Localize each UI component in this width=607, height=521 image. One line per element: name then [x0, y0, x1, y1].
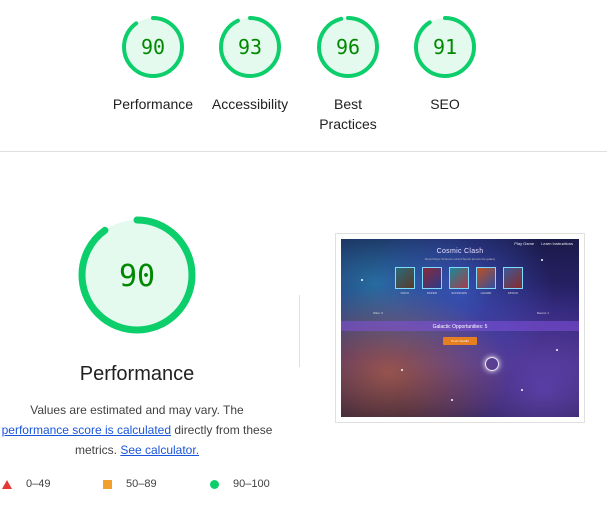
- legend-pass-range: 90–100: [233, 478, 270, 490]
- screenshot-wins: Wins: 0: [373, 311, 384, 315]
- card-scissors-label: SCISSORS: [451, 291, 467, 295]
- card-scissors: [449, 267, 469, 289]
- gauge-performance-ring: 90: [122, 16, 184, 78]
- circle-icon: [210, 479, 219, 489]
- gauge-accessibility-label: Accessibility: [211, 96, 289, 112]
- gauge-accessibility[interactable]: 93 Accessibility: [200, 14, 300, 114]
- legend-fail-range: 0–49: [26, 478, 51, 490]
- legend-pass: 90–100: [210, 478, 270, 490]
- screenshot-nav-play: Play Game: [514, 241, 535, 246]
- gauge-best-practices[interactable]: 96 Best Practices: [298, 14, 398, 134]
- card-rock-label: ROCK: [400, 291, 410, 295]
- gauge-seo-label: SEO: [430, 96, 460, 112]
- gauge-best-practices-score: 96: [336, 35, 360, 59]
- section-divider: [0, 151, 607, 152]
- gauge-seo-ring: 91: [414, 16, 476, 78]
- screenshot-play-button-label: PLAY AGAIN: [451, 339, 469, 343]
- final-screenshot[interactable]: Play Game Learn Instructions Cosmic Clas…: [335, 233, 585, 423]
- screenshot-round: Round: 1: [536, 311, 549, 315]
- gauge-accessibility-score: 93: [238, 35, 262, 59]
- gauge-best-practices-ring: 96: [317, 16, 379, 78]
- performance-big-gauge: 90: [78, 216, 196, 334]
- square-icon: [103, 479, 112, 489]
- card-spock: [503, 267, 523, 289]
- gauge-accessibility-ring: 93: [219, 16, 281, 78]
- screenshot-subtitle: Rock Paper Scissors Lizard Spock across …: [424, 257, 496, 261]
- card-lizard: [476, 267, 496, 289]
- legend-average-range: 50–89: [126, 478, 157, 490]
- screenshot-planet: [485, 357, 499, 371]
- screenshot-band-text: Galactic Opportunities: 5: [432, 324, 488, 330]
- gauge-seo-score: 91: [433, 35, 457, 59]
- card-paper-label: PAPER: [427, 291, 437, 295]
- performance-title: Performance: [79, 363, 195, 385]
- performance-score-link[interactable]: performance score is calculated: [2, 423, 171, 437]
- triangle-icon: [2, 479, 12, 489]
- card-rock: [395, 267, 415, 289]
- card-paper: [422, 267, 442, 289]
- screenshot-nav: Play Game Learn Instructions: [508, 241, 573, 246]
- see-calculator-link[interactable]: See calculator.: [120, 443, 199, 457]
- gauge-performance-label: Performance: [112, 96, 194, 112]
- gauge-best-practices-label: Best Practices: [319, 96, 377, 132]
- card-spock-label: SPOCK: [507, 291, 519, 295]
- gauge-performance-score: 90: [141, 35, 165, 59]
- category-gauges: 90 Performance 93 Accessibility 96 Best …: [0, 0, 607, 150]
- legend-average: 50–89: [103, 478, 157, 490]
- vertical-separator: [299, 295, 300, 367]
- screenshot-title: Cosmic Clash: [436, 248, 484, 255]
- legend-fail: 0–49: [2, 478, 50, 490]
- screenshot-cards: ROCK PAPER SCISSORS LIZARD SPOCK: [395, 267, 525, 295]
- score-legend: 0–49 50–89 90–100: [0, 478, 607, 494]
- gauge-performance[interactable]: 90 Performance: [103, 14, 203, 114]
- performance-description: Values are estimated and may vary. The p…: [0, 400, 274, 460]
- gauge-seo[interactable]: 91 SEO: [395, 14, 495, 114]
- card-lizard-label: LIZARD: [480, 291, 492, 295]
- performance-big-score: 90: [119, 259, 155, 294]
- screenshot-nav-learn: Learn Instructions: [541, 241, 573, 246]
- desc-text-1: Values are estimated and may vary. The: [30, 403, 244, 417]
- final-screenshot-image: Play Game Learn Instructions Cosmic Clas…: [341, 239, 579, 417]
